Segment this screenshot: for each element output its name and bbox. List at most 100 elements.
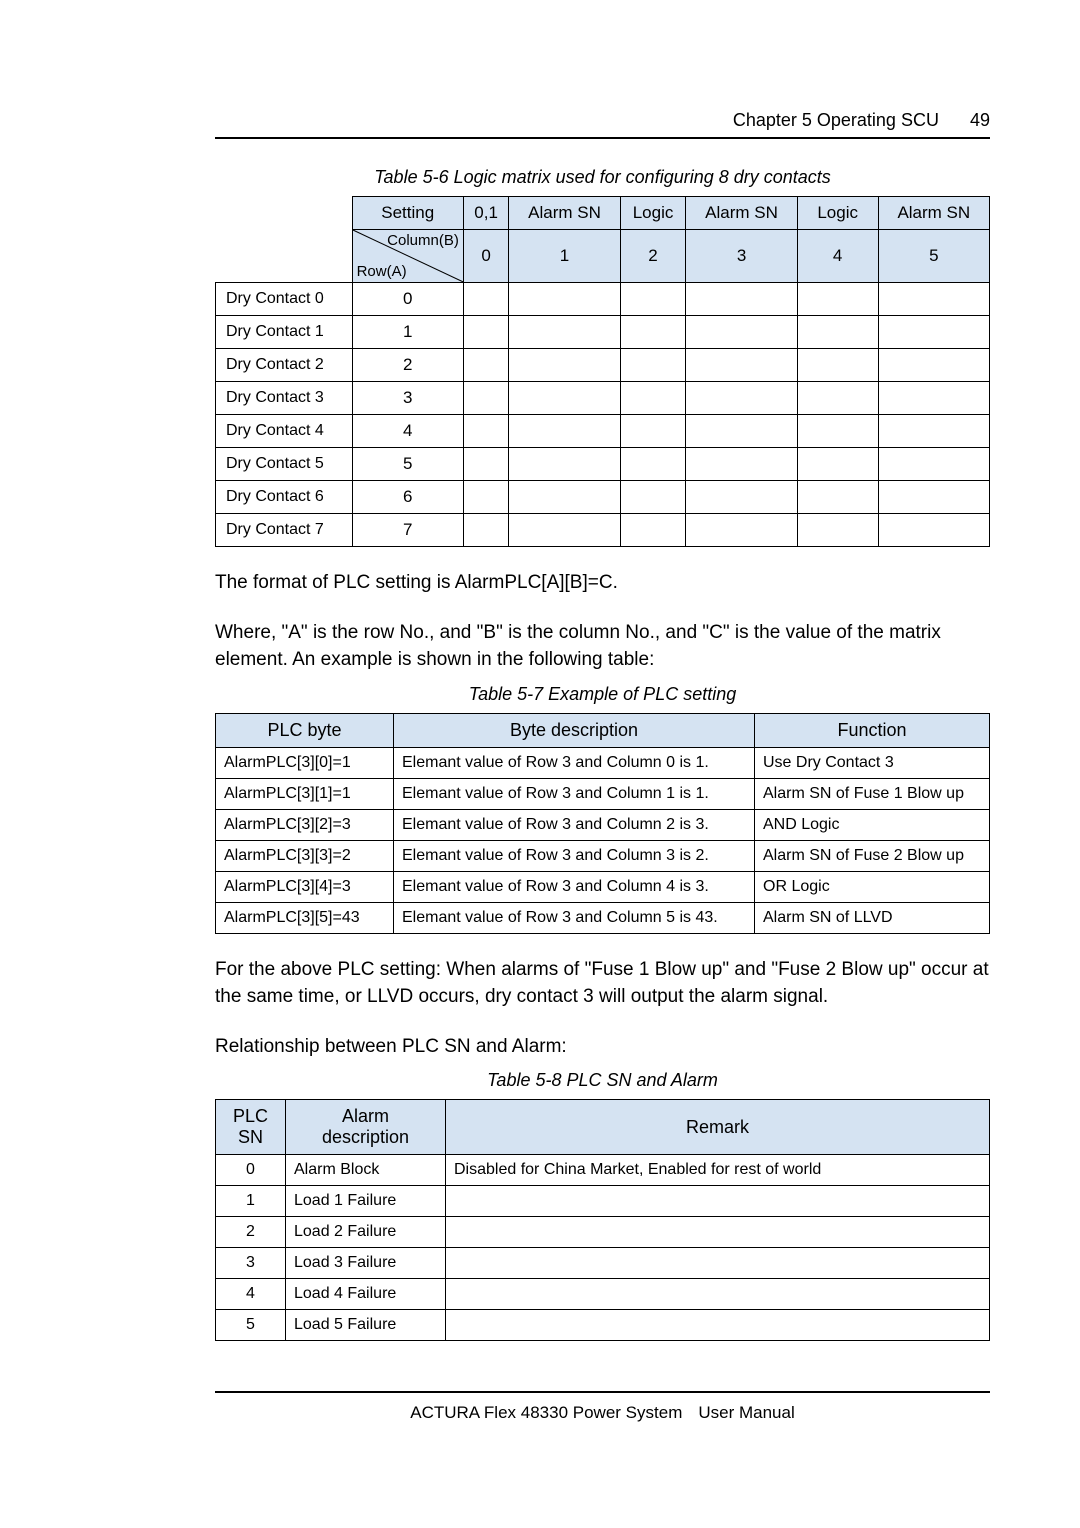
- alarm-desc-header-line2: description: [294, 1127, 437, 1148]
- function: Alarm SN of Fuse 1 Blow up: [755, 778, 990, 809]
- byte-desc: Elemant value of Row 3 and Column 4 is 3…: [394, 871, 755, 902]
- page-header: Chapter 5 Operating SCU 49: [215, 110, 990, 139]
- row-name: Dry Contact 2: [216, 349, 353, 382]
- row-name: Dry Contact 3: [216, 382, 353, 415]
- row-value: 0: [352, 283, 463, 316]
- table-row: 3Load 3 Failure: [216, 1248, 990, 1279]
- plc-sn-header-line1: PLC: [224, 1106, 277, 1127]
- paragraph: For the above PLC setting: When alarms o…: [215, 956, 990, 1011]
- logic-header-2: Logic: [797, 197, 878, 230]
- col-index-0: 0: [463, 230, 509, 283]
- row-name: Dry Contact 1: [216, 316, 353, 349]
- alarm-desc: Load 4 Failure: [286, 1279, 446, 1310]
- table-row: Dry Contact 22: [216, 349, 990, 382]
- plc-sn: 2: [216, 1217, 286, 1248]
- remark: [446, 1186, 990, 1217]
- paragraph: The format of PLC setting is AlarmPLC[A]…: [215, 569, 990, 597]
- plc-sn-alarm-table: PLC SN Alarm description Remark 0Alarm B…: [215, 1099, 990, 1341]
- row-value: 7: [352, 514, 463, 547]
- table-row: AlarmPLC[3][4]=3Elemant value of Row 3 a…: [216, 871, 990, 902]
- col-01-header: 0,1: [463, 197, 509, 230]
- table-5-7-caption: Table 5-7 Example of PLC setting: [215, 684, 990, 705]
- table-row: Dry Contact 66: [216, 481, 990, 514]
- row-name: Dry Contact 0: [216, 283, 353, 316]
- plc-sn: 0: [216, 1155, 286, 1186]
- function: AND Logic: [755, 809, 990, 840]
- row-name: Dry Contact 7: [216, 514, 353, 547]
- page-footer: ACTURA Flex 48330 Power SystemUser Manua…: [215, 1391, 990, 1423]
- table-row: AlarmPLC[3][5]=43Elemant value of Row 3 …: [216, 902, 990, 933]
- remark: [446, 1217, 990, 1248]
- logic-matrix-table: Setting 0,1 Alarm SN Logic Alarm SN Logi…: [215, 196, 990, 547]
- row-value: 6: [352, 481, 463, 514]
- byte-desc-header: Byte description: [394, 713, 755, 747]
- alarm-desc: Load 1 Failure: [286, 1186, 446, 1217]
- chapter-label: Chapter 5 Operating SCU: [733, 110, 939, 130]
- alarm-desc-header-line1: Alarm: [294, 1106, 437, 1127]
- row-value: 4: [352, 415, 463, 448]
- byte-desc: Elemant value of Row 3 and Column 5 is 4…: [394, 902, 755, 933]
- plc-byte: AlarmPLC[3][5]=43: [216, 902, 394, 933]
- table-row: Dry Contact 44: [216, 415, 990, 448]
- paragraph: Where, "A" is the row No., and "B" is th…: [215, 619, 990, 674]
- row-value: 3: [352, 382, 463, 415]
- diag-row-label: Row(A): [357, 263, 407, 280]
- diag-column-label: Column(B): [387, 232, 459, 249]
- table-row: Dry Contact 11: [216, 316, 990, 349]
- alarm-desc: Load 2 Failure: [286, 1217, 446, 1248]
- remark: [446, 1310, 990, 1341]
- plc-sn: 3: [216, 1248, 286, 1279]
- row-value: 2: [352, 349, 463, 382]
- setting-header: Setting: [352, 197, 463, 230]
- table-row: AlarmPLC[3][3]=2Elemant value of Row 3 a…: [216, 840, 990, 871]
- table-row: Dry Contact 77: [216, 514, 990, 547]
- table-row: 2Load 2 Failure: [216, 1217, 990, 1248]
- table-5-6-caption: Table 5-6 Logic matrix used for configur…: [215, 167, 990, 188]
- footer-doc-type: User Manual: [698, 1403, 794, 1422]
- paragraph: Relationship between PLC SN and Alarm:: [215, 1033, 990, 1061]
- diagonal-cell: Column(B) Row(A): [352, 230, 463, 283]
- table-row: 4Load 4 Failure: [216, 1279, 990, 1310]
- function: Use Dry Contact 3: [755, 747, 990, 778]
- alarm-desc: Alarm Block: [286, 1155, 446, 1186]
- byte-desc: Elemant value of Row 3 and Column 3 is 2…: [394, 840, 755, 871]
- byte-desc: Elemant value of Row 3 and Column 0 is 1…: [394, 747, 755, 778]
- byte-desc: Elemant value of Row 3 and Column 1 is 1…: [394, 778, 755, 809]
- row-name: Dry Contact 5: [216, 448, 353, 481]
- table-row: AlarmPLC[3][1]=1Elemant value of Row 3 a…: [216, 778, 990, 809]
- plc-byte-header: PLC byte: [216, 713, 394, 747]
- alarm-sn-header-1: Alarm SN: [509, 197, 620, 230]
- table-row: AlarmPLC[3][0]=1Elemant value of Row 3 a…: [216, 747, 990, 778]
- page-number: 49: [970, 110, 990, 131]
- plc-byte: AlarmPLC[3][1]=1: [216, 778, 394, 809]
- table-row: 5Load 5 Failure: [216, 1310, 990, 1341]
- table-row: AlarmPLC[3][2]=3Elemant value of Row 3 a…: [216, 809, 990, 840]
- table-row: 0Alarm BlockDisabled for China Market, E…: [216, 1155, 990, 1186]
- row-name: Dry Contact 6: [216, 481, 353, 514]
- byte-desc: Elemant value of Row 3 and Column 2 is 3…: [394, 809, 755, 840]
- col-index-2: 2: [620, 230, 686, 283]
- function: Alarm SN of LLVD: [755, 902, 990, 933]
- alarm-sn-header-3: Alarm SN: [878, 197, 989, 230]
- table-row: Dry Contact 55: [216, 448, 990, 481]
- plc-byte: AlarmPLC[3][0]=1: [216, 747, 394, 778]
- function-header: Function: [755, 713, 990, 747]
- row-name: Dry Contact 4: [216, 415, 353, 448]
- plc-sn: 1: [216, 1186, 286, 1217]
- alarm-desc: Load 3 Failure: [286, 1248, 446, 1279]
- row-value: 1: [352, 316, 463, 349]
- plc-sn: 4: [216, 1279, 286, 1310]
- remark: [446, 1248, 990, 1279]
- plc-sn-header-line2: SN: [224, 1127, 277, 1148]
- col-index-5: 5: [878, 230, 989, 283]
- col-index-4: 4: [797, 230, 878, 283]
- alarm-desc: Load 5 Failure: [286, 1310, 446, 1341]
- plc-sn-header: PLC SN: [216, 1100, 286, 1155]
- col-index-3: 3: [686, 230, 797, 283]
- remark: [446, 1279, 990, 1310]
- function: OR Logic: [755, 871, 990, 902]
- logic-header-1: Logic: [620, 197, 686, 230]
- remark: Disabled for China Market, Enabled for r…: [446, 1155, 990, 1186]
- table-5-8-caption: Table 5-8 PLC SN and Alarm: [215, 1070, 990, 1091]
- remark-header: Remark: [446, 1100, 990, 1155]
